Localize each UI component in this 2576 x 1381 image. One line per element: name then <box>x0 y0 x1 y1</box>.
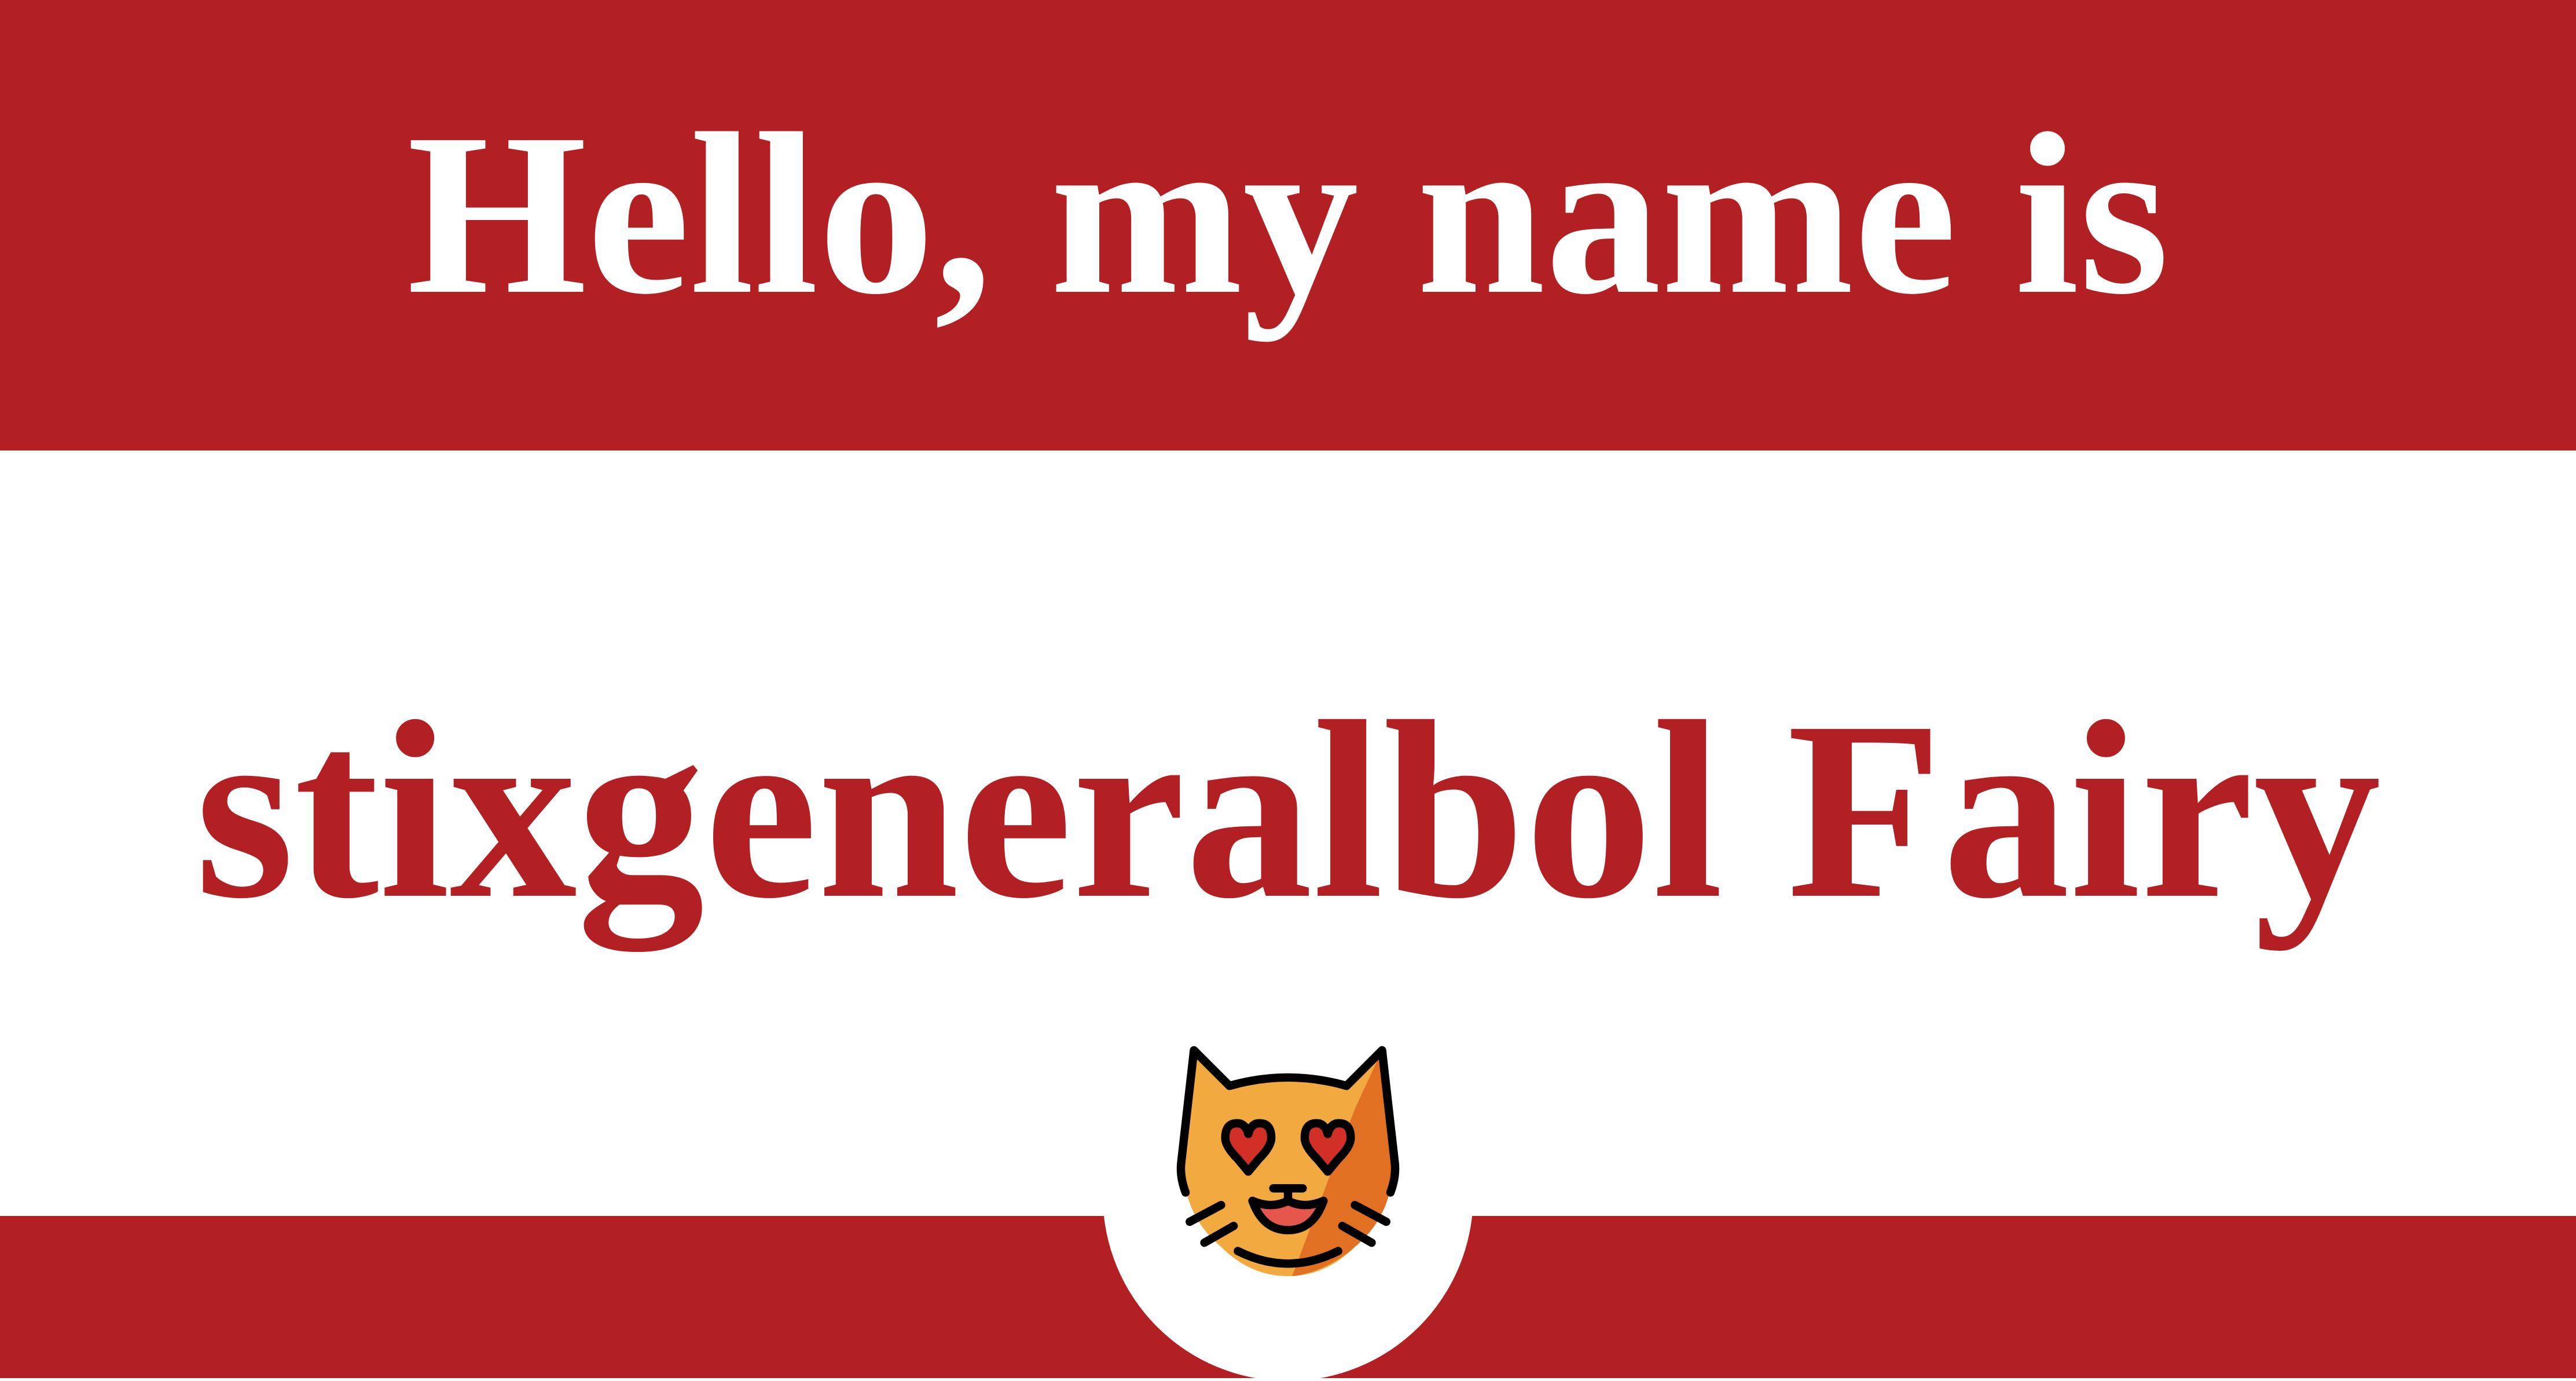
name-text: stixgeneralbol Fairy <box>195 669 2381 951</box>
header-band: Hello, my name is <box>0 0 2576 450</box>
smiling-cat-heart-eyes-icon <box>1137 1028 1439 1340</box>
greeting-heading: Hello, my name is <box>406 86 2170 342</box>
